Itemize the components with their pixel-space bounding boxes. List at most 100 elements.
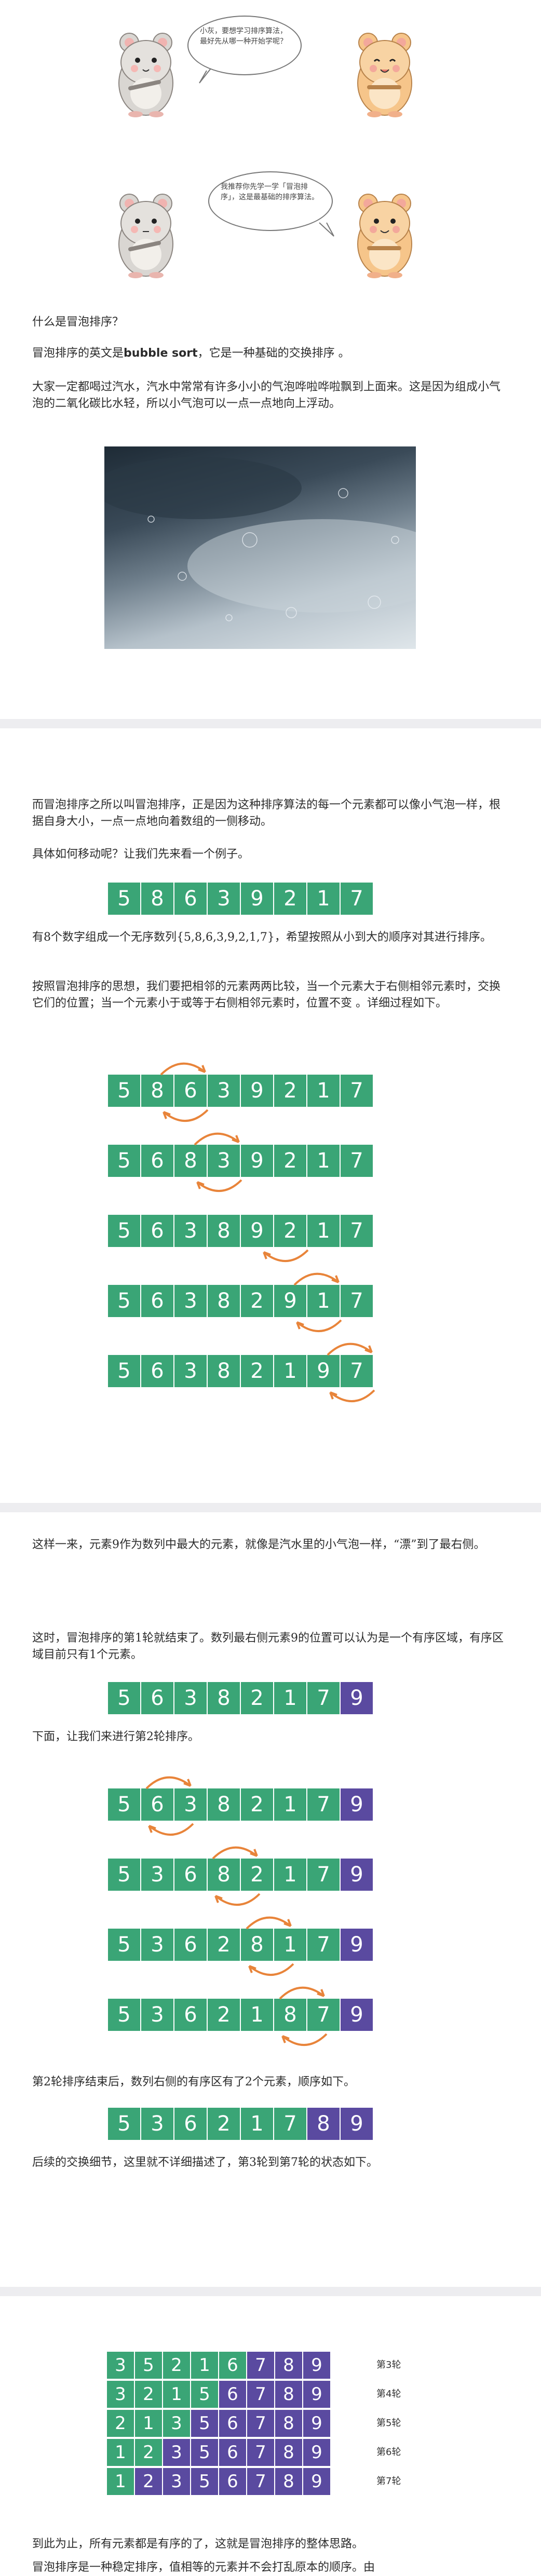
number-cell: 1 [241, 2108, 273, 2140]
number-cell: 2 [274, 883, 306, 915]
number-cell: 6 [141, 1285, 173, 1317]
number-cell: 2 [274, 1075, 306, 1107]
number-cell: 5 [108, 1145, 140, 1177]
number-cell: 2 [208, 2108, 240, 2140]
number-cell: 2 [135, 2468, 162, 2495]
number-cell: 9 [303, 2439, 330, 2466]
number-cell: 7 [307, 1859, 340, 1891]
number-cell: 1 [274, 1859, 306, 1891]
number-cell: 6 [219, 2439, 246, 2466]
number-row: 58639217 [108, 883, 374, 915]
number-cell: 2 [208, 1999, 240, 2031]
number-cell: 5 [108, 1929, 140, 1961]
number-cell: 9 [303, 2410, 330, 2437]
number-cell: 5 [108, 1285, 140, 1317]
number-cell: 7 [247, 2439, 274, 2466]
number-cell: 1 [163, 2381, 190, 2408]
paragraph: 有8个数字组成一个无序数列{5,8,6,3,9,2,1,7}，希望按照从小到大的… [32, 931, 492, 944]
number-cell: 6 [141, 1682, 173, 1714]
number-cell: 6 [174, 1929, 207, 1961]
number-cell: 5 [108, 1859, 140, 1891]
number-cell: 7 [247, 2352, 274, 2379]
number-cell: 9 [303, 2352, 330, 2379]
round-label: 第6轮 [376, 2447, 401, 2458]
number-cell: 2 [163, 2352, 190, 2379]
number-cell: 7 [274, 2108, 306, 2140]
round-row: 35216789 [107, 2352, 331, 2384]
swap-arrow-icon [293, 1272, 342, 1333]
number-cell: 9 [341, 2108, 373, 2140]
round-row: 12356789 [107, 2468, 331, 2500]
number-cell: 8 [275, 2439, 302, 2466]
number-cell: 6 [174, 2108, 207, 2140]
number-cell: 9 [341, 1859, 373, 1891]
number-cell: 9 [303, 2468, 330, 2495]
number-cell: 9 [341, 1999, 373, 2031]
number-cell: 5 [108, 1788, 140, 1821]
orange-hamster-icon [357, 194, 412, 278]
number-cell: 8 [275, 2381, 302, 2408]
number-cell: 8 [275, 2410, 302, 2437]
number-cell: 2 [274, 1145, 306, 1177]
paragraph: 冒泡排序的英文是bubble sort，它是一种基础的交换排序 。 [32, 345, 510, 362]
number-cell: 9 [241, 1075, 273, 1107]
number-cell: 3 [174, 1215, 207, 1247]
number-row: 53621789 [108, 2108, 374, 2140]
number-cell: 6 [219, 2352, 246, 2379]
section-divider [0, 2287, 541, 2296]
number-cell: 3 [163, 2468, 190, 2495]
number-cell: 3 [141, 1929, 173, 1961]
section-divider [0, 1503, 541, 1512]
number-cell: 9 [303, 2381, 330, 2408]
orange-hamster-icon [357, 33, 412, 117]
number-cell: 5 [108, 1999, 140, 2031]
number-cell: 8 [208, 1215, 240, 1247]
number-cell: 3 [141, 1999, 173, 2031]
number-cell: 5 [108, 883, 140, 915]
number-cell: 1 [241, 1999, 273, 2031]
number-cell: 7 [247, 2381, 274, 2408]
number-cell: 5 [191, 2410, 218, 2437]
bold-term: bubble sort [124, 347, 198, 360]
number-cell: 2 [241, 1285, 273, 1317]
gray-hamster-icon [118, 194, 173, 278]
number-cell: 6 [219, 2410, 246, 2437]
paragraph: 下面，让我们来进行第2轮排序。 [32, 1730, 199, 1743]
number-cell: 7 [341, 883, 373, 915]
number-cell: 1 [307, 1075, 340, 1107]
number-cell: 7 [247, 2468, 274, 2495]
hamster-dialog-1: 小灰，要想学习排序算法，最好先从哪一种开始学呢？ [104, 16, 437, 125]
number-cell: 9 [341, 1682, 373, 1714]
number-cell: 1 [274, 1788, 306, 1821]
number-cell: 3 [141, 1859, 173, 1891]
number-cell: 8 [208, 1682, 240, 1714]
number-cell: 9 [241, 883, 273, 915]
round-label: 第3轮 [376, 2360, 401, 2370]
paragraph: 大家一定都喝过汽水，汽水中常常有许多小小的气泡哗啦哗啦飘到上面来。这是因为组成小… [32, 381, 501, 410]
section-divider [0, 719, 541, 728]
swap-arrow-icon [212, 1846, 261, 1906]
number-cell: 7 [307, 1788, 340, 1821]
number-cell: 6 [141, 1355, 173, 1387]
number-cell: 3 [174, 1355, 207, 1387]
number-cell: 9 [341, 1788, 373, 1821]
swap-arrow-icon [160, 1062, 209, 1122]
paragraph: 这时，冒泡排序的第1轮就结束了。数列最右侧元素9的位置可以认为是一个有序区域，有… [32, 1632, 504, 1661]
number-cell: 1 [191, 2352, 218, 2379]
number-cell: 2 [241, 1682, 273, 1714]
number-cell: 1 [274, 1355, 306, 1387]
paragraph: 冒泡排序是一种稳定排序，值相等的元素并不会打乱原本的顺序。由 [32, 2561, 375, 2574]
hamster-dialog-2: 我推荐你先学一学「冒泡排序」，这是最基础的排序算法。 [104, 171, 437, 280]
number-cell: 8 [208, 1355, 240, 1387]
speech-bubble-2: 我推荐你先学一学「冒泡排序」，这是最基础的排序算法。 [208, 171, 333, 231]
paragraph: 而冒泡排序之所以叫冒泡排序，正是因为这种排序算法的每一个元素都可以像小气泡一样，… [32, 798, 501, 828]
paragraph: 按照冒泡排序的思想，我们要把相邻的元素两两比较，当一个元素大于右侧相邻元素时，交… [32, 980, 501, 1010]
swap-arrow-icon [246, 1916, 294, 1976]
number-cell: 5 [191, 2381, 218, 2408]
text-span: 冒泡排序的英文是 [32, 347, 124, 360]
number-cell: 7 [341, 1215, 373, 1247]
number-cell: 2 [107, 2410, 134, 2437]
number-cell: 7 [307, 1682, 340, 1714]
number-cell: 8 [275, 2352, 302, 2379]
number-cell: 6 [174, 1859, 207, 1891]
